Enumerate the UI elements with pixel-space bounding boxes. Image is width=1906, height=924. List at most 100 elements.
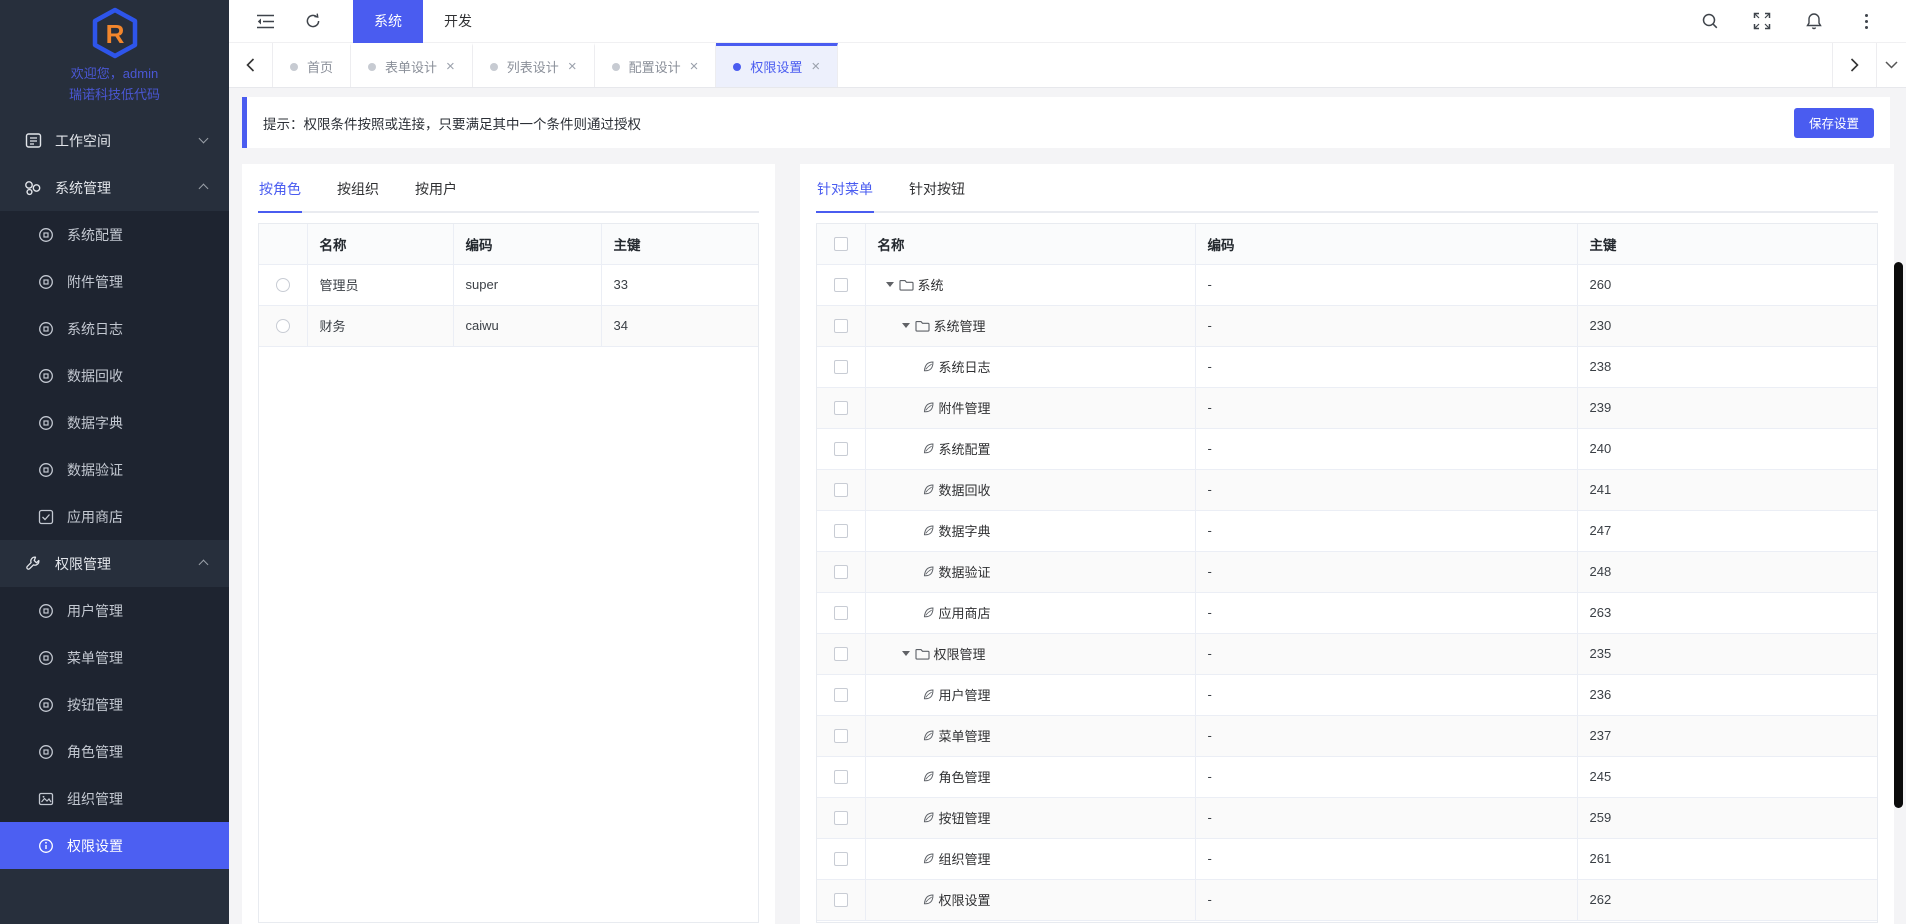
fullscreen-icon[interactable] bbox=[1752, 11, 1772, 31]
main-content: 提示：权限条件按照或连接，只要满足其中一个条件则通过授权 保存设置 按角色 按组… bbox=[229, 88, 1906, 924]
sidebar-item-system-config[interactable]: 系统配置 bbox=[0, 211, 229, 258]
close-icon[interactable]: × bbox=[690, 59, 699, 74]
sidebar-item-label: 系统配置 bbox=[67, 225, 123, 245]
checkbox[interactable] bbox=[834, 360, 848, 374]
checkbox[interactable] bbox=[834, 688, 848, 702]
radio-button[interactable] bbox=[276, 319, 290, 333]
caret-down-icon[interactable] bbox=[902, 323, 910, 328]
tab-dot bbox=[490, 63, 498, 71]
collapse-sidebar-icon[interactable] bbox=[255, 11, 275, 31]
sidebar-item-app-store[interactable]: 应用商店 bbox=[0, 493, 229, 540]
caret-down-icon[interactable] bbox=[886, 282, 894, 287]
table-row[interactable]: 按钮管理 - 259 bbox=[817, 797, 1877, 838]
checkbox[interactable] bbox=[834, 729, 848, 743]
table-row[interactable]: 组织管理 - 261 bbox=[817, 838, 1877, 879]
table-row[interactable]: 系统日志 - 238 bbox=[817, 346, 1877, 387]
refresh-icon[interactable] bbox=[303, 11, 323, 31]
checkbox[interactable] bbox=[834, 647, 848, 661]
checkbox[interactable] bbox=[834, 893, 848, 907]
checkbox[interactable] bbox=[834, 319, 848, 333]
cell-code: - bbox=[1195, 346, 1577, 387]
sidebar-item-data-recycle[interactable]: 数据回收 bbox=[0, 352, 229, 399]
table-row[interactable]: 管理员 super 33 bbox=[259, 264, 758, 305]
sidebar-item-label: 数据验证 bbox=[67, 460, 123, 480]
tab-form-design[interactable]: 表单设计 × bbox=[351, 43, 473, 87]
tree-node-label: 菜单管理 bbox=[939, 726, 991, 745]
sidebar-group-permission[interactable]: 权限管理 bbox=[0, 540, 229, 587]
table-row[interactable]: 菜单管理 - 237 bbox=[817, 715, 1877, 756]
tab-list-design[interactable]: 列表设计 × bbox=[473, 43, 595, 87]
sidebar-group-workspace[interactable]: 工作空间 bbox=[0, 117, 229, 164]
sidebar-item-attachment[interactable]: 附件管理 bbox=[0, 258, 229, 305]
checkbox[interactable] bbox=[834, 811, 848, 825]
table-row[interactable]: 系统 - 260 bbox=[817, 264, 1877, 305]
sidebar-item-button-mgmt[interactable]: 按钮管理 bbox=[0, 681, 229, 728]
tab-home[interactable]: 首页 bbox=[273, 43, 351, 87]
page-tabs-bar: 首页 表单设计 × 列表设计 × 配置设计 × 权限设置 × bbox=[229, 43, 1906, 88]
cell-code: - bbox=[1195, 756, 1577, 797]
leaf-icon bbox=[922, 606, 935, 619]
bell-icon[interactable] bbox=[1804, 11, 1824, 31]
search-icon[interactable] bbox=[1700, 11, 1720, 31]
cell-key: 245 bbox=[1577, 756, 1877, 797]
table-row[interactable]: 权限设置 - 262 bbox=[817, 879, 1877, 920]
table-row[interactable]: 系统配置 - 240 bbox=[817, 428, 1877, 469]
checkbox[interactable] bbox=[834, 442, 848, 456]
checkbox[interactable] bbox=[834, 852, 848, 866]
table-row[interactable]: 数据回收 - 241 bbox=[817, 469, 1877, 510]
table-row[interactable]: 数据字典 - 247 bbox=[817, 510, 1877, 551]
sidebar-item-org-mgmt[interactable]: 组织管理 bbox=[0, 775, 229, 822]
checkbox[interactable] bbox=[834, 606, 848, 620]
sidebar-item-permission-settings[interactable]: 权限设置 bbox=[0, 822, 229, 869]
close-icon[interactable]: × bbox=[568, 59, 577, 74]
sidebar-item-data-validate[interactable]: 数据验证 bbox=[0, 446, 229, 493]
table-row[interactable]: 系统管理 - 230 bbox=[817, 305, 1877, 346]
checkbox[interactable] bbox=[834, 401, 848, 415]
close-icon[interactable]: × bbox=[446, 59, 455, 74]
tab-by-user[interactable]: 按用户 bbox=[414, 164, 458, 213]
more-icon[interactable] bbox=[1856, 11, 1876, 31]
sidebar-item-menu-mgmt[interactable]: 菜单管理 bbox=[0, 634, 229, 681]
checkbox[interactable] bbox=[834, 565, 848, 579]
caret-down-icon[interactable] bbox=[902, 651, 910, 656]
sidebar: R 欢迎您，admin 瑞诺科技低代码 工作空间 系统管理 系统配置 附件管理 … bbox=[0, 0, 229, 924]
top-nav-system[interactable]: 系统 bbox=[353, 0, 423, 43]
top-nav-dev[interactable]: 开发 bbox=[423, 0, 493, 43]
sidebar-item-label: 组织管理 bbox=[67, 789, 123, 809]
table-row[interactable]: 权限管理 - 235 bbox=[817, 633, 1877, 674]
sidebar-item-user-mgmt[interactable]: 用户管理 bbox=[0, 587, 229, 634]
tab-by-role[interactable]: 按角色 bbox=[258, 164, 302, 213]
tree-node-label: 应用商店 bbox=[939, 603, 991, 622]
table-row[interactable]: 数据验证 - 248 bbox=[817, 551, 1877, 592]
tree-node-label: 系统管理 bbox=[934, 316, 986, 335]
tree-node-label: 角色管理 bbox=[939, 767, 991, 786]
tab-for-button[interactable]: 针对按钮 bbox=[908, 164, 966, 213]
checkbox[interactable] bbox=[834, 524, 848, 538]
tabs-menu-chevron-down-icon[interactable] bbox=[1876, 43, 1906, 87]
table-row[interactable]: 附件管理 - 239 bbox=[817, 387, 1877, 428]
table-row[interactable]: 角色管理 - 245 bbox=[817, 756, 1877, 797]
sidebar-item-data-dict[interactable]: 数据字典 bbox=[0, 399, 229, 446]
tabs-scroll-left-icon[interactable] bbox=[229, 43, 273, 87]
table-row[interactable]: 财务 caiwu 34 bbox=[259, 305, 758, 346]
sidebar-item-system-log[interactable]: 系统日志 bbox=[0, 305, 229, 352]
select-all-checkbox[interactable] bbox=[834, 237, 848, 251]
sidebar-item-role-mgmt[interactable]: 角色管理 bbox=[0, 728, 229, 775]
sidebar-group-system[interactable]: 系统管理 bbox=[0, 164, 229, 211]
top-nav: 系统 开发 bbox=[353, 0, 493, 43]
tabs-scroll-right-icon[interactable] bbox=[1832, 43, 1876, 87]
table-row[interactable]: 用户管理 - 236 bbox=[817, 674, 1877, 715]
close-icon[interactable]: × bbox=[811, 59, 820, 74]
checkbox[interactable] bbox=[834, 278, 848, 292]
checkbox[interactable] bbox=[834, 483, 848, 497]
radio-button[interactable] bbox=[276, 278, 290, 292]
checkbox[interactable] bbox=[834, 770, 848, 784]
tab-permission-settings[interactable]: 权限设置 × bbox=[716, 43, 838, 87]
tab-by-org[interactable]: 按组织 bbox=[336, 164, 380, 213]
save-settings-button[interactable]: 保存设置 bbox=[1794, 108, 1874, 138]
table-row[interactable]: 应用商店 - 263 bbox=[817, 592, 1877, 633]
tab-config-design[interactable]: 配置设计 × bbox=[595, 43, 717, 87]
tab-for-menu[interactable]: 针对菜单 bbox=[816, 164, 874, 213]
vertical-scrollbar[interactable] bbox=[1894, 262, 1903, 808]
info-circle-icon bbox=[38, 838, 54, 854]
